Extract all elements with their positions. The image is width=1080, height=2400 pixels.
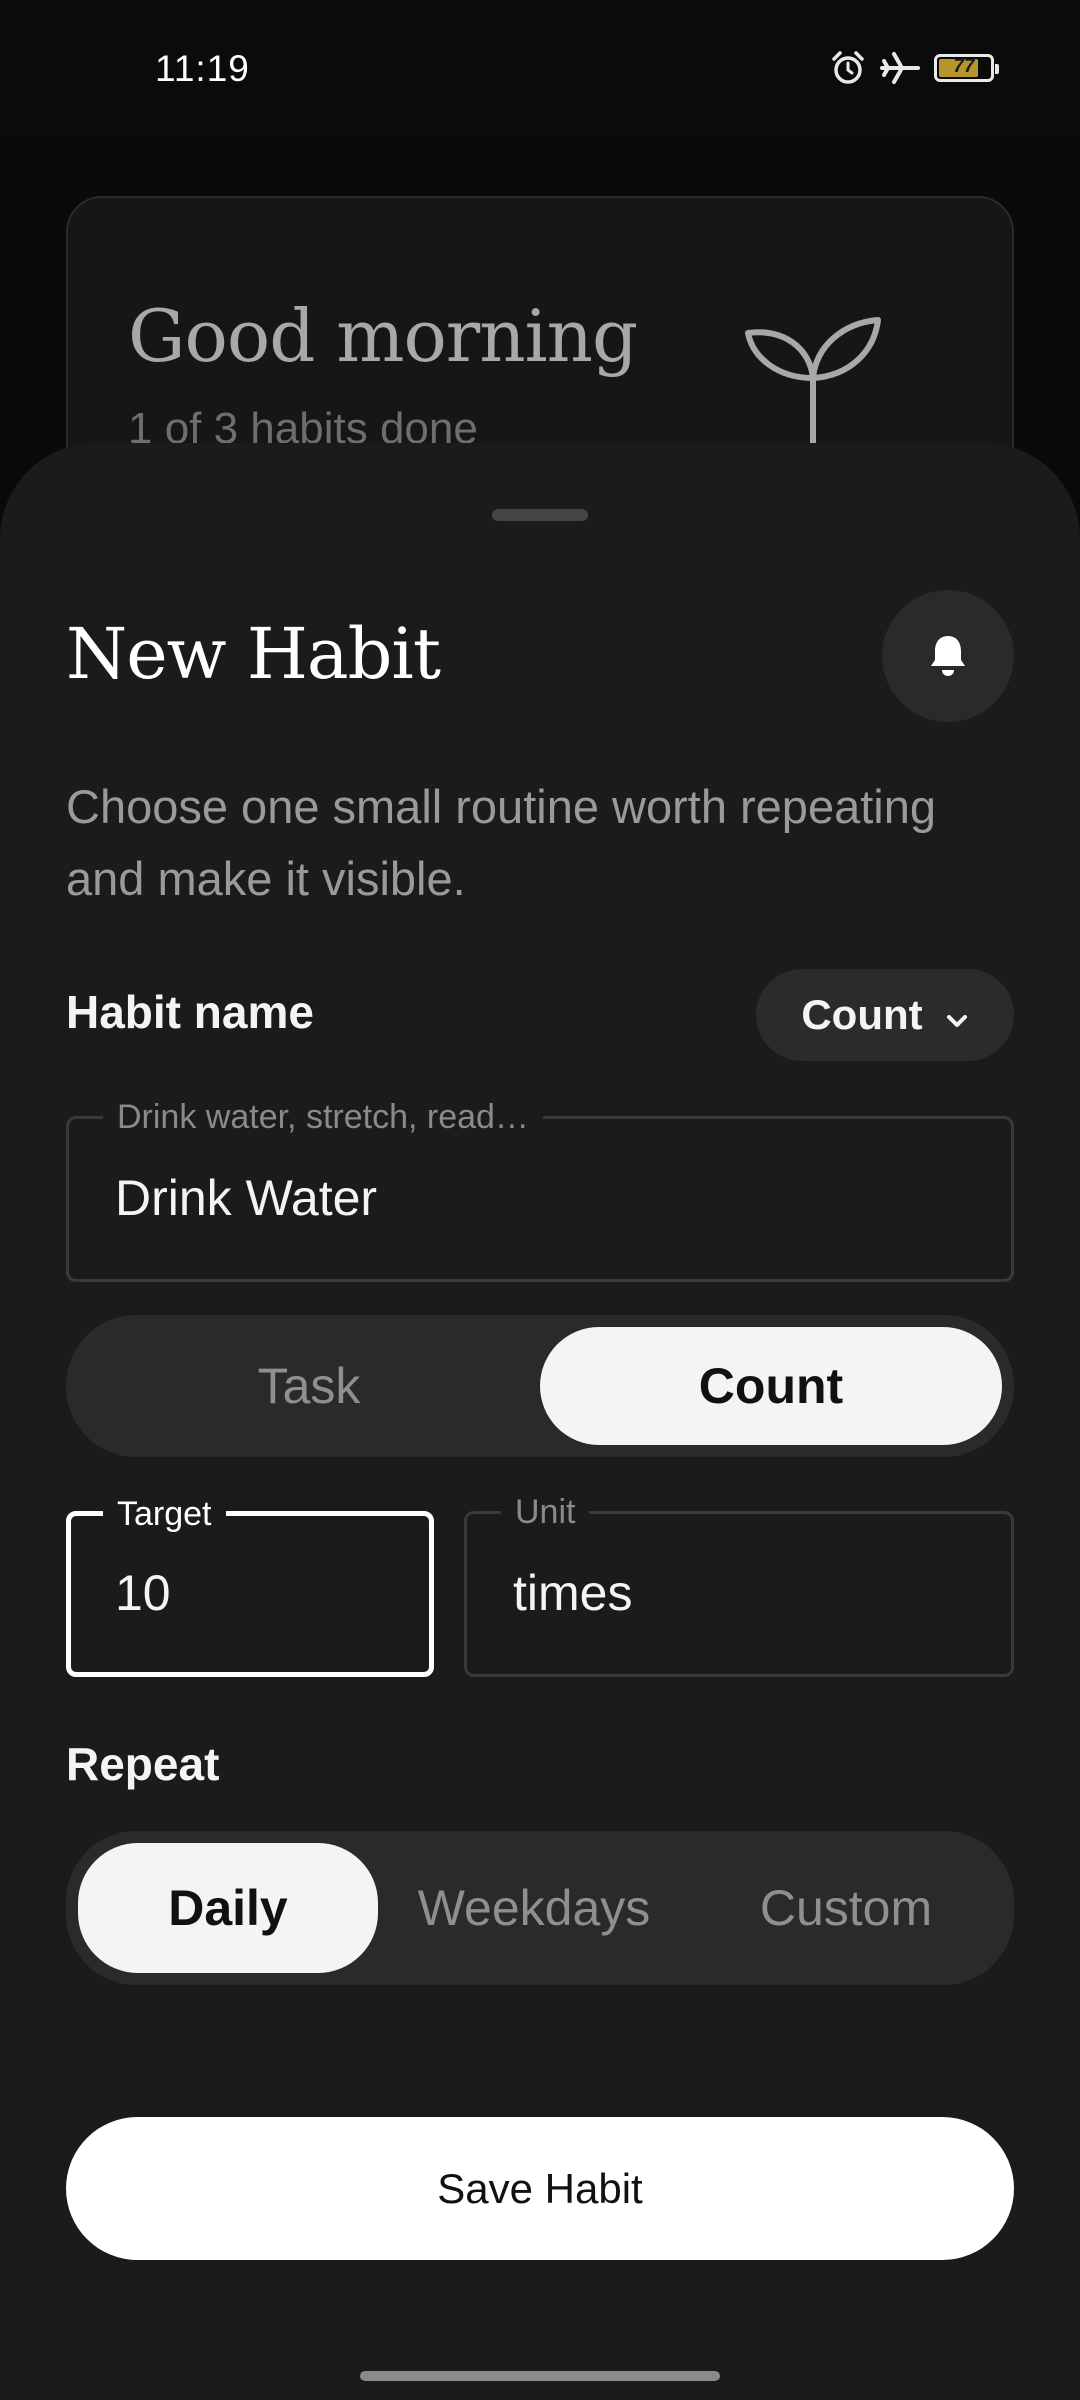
sheet-description: Choose one small routine worth repeating…	[66, 780, 937, 905]
battery-percent: 77	[953, 56, 975, 77]
unit-field[interactable]: Unit times	[464, 1494, 1014, 1677]
status-icons: 77	[830, 50, 999, 86]
save-habit-button[interactable]: Save Habit	[66, 2117, 1014, 2260]
repeat-label: Repeat	[66, 1738, 220, 1790]
toggle-option-count[interactable]: Count	[540, 1327, 1002, 1445]
alarm-icon	[830, 50, 866, 86]
target-field[interactable]: Target 10	[66, 1496, 434, 1677]
habit-name-placeholder: Drink water, stretch, read…	[103, 1099, 543, 1135]
toggle-option-task-label: Task	[257, 1358, 361, 1414]
home-indicator[interactable]	[360, 2371, 720, 2381]
status-time: 11:19	[155, 48, 250, 89]
new-habit-sheet: New Habit Choose one small routine worth…	[0, 443, 1080, 2400]
repeat-toggle: Daily Weekdays Custom	[66, 1831, 1014, 1985]
unit-value: times	[513, 1565, 633, 1621]
reminder-button[interactable]	[882, 590, 1014, 722]
toggle-option-count-label: Count	[698, 1358, 844, 1414]
battery-icon: 77	[934, 54, 999, 82]
repeat-option-custom-label: Custom	[759, 1880, 933, 1936]
repeat-option-daily[interactable]: Daily	[78, 1843, 378, 1973]
bell-icon	[928, 632, 968, 681]
repeat-option-weekdays[interactable]: Weekdays	[378, 1843, 690, 1973]
greeting-text: Good morning	[128, 294, 638, 378]
repeat-option-weekdays-label: Weekdays	[417, 1880, 651, 1936]
repeat-option-custom[interactable]: Custom	[690, 1843, 1002, 1973]
habit-name-value: Drink Water	[115, 1170, 378, 1226]
airplane-mode-icon	[880, 50, 920, 86]
status-bar: 11:19 77	[0, 0, 1080, 140]
toggle-option-task[interactable]: Task	[78, 1327, 540, 1445]
habit-type-selected: Count	[801, 991, 923, 1038]
habit-name-field[interactable]: Drink water, stretch, read… Drink Water	[66, 1099, 1014, 1282]
chevron-down-icon	[945, 991, 969, 1039]
sheet-title: New Habit	[66, 613, 441, 695]
sheet-drag-handle[interactable]	[492, 509, 588, 521]
habit-type-dropdown[interactable]: Count	[756, 969, 1014, 1061]
target-label: Target	[103, 1496, 226, 1532]
repeat-option-daily-label: Daily	[168, 1880, 288, 1936]
habit-name-label: Habit name	[66, 986, 314, 1038]
target-value: 10	[115, 1565, 171, 1621]
unit-label: Unit	[501, 1494, 590, 1530]
habit-type-toggle: Task Count	[66, 1315, 1014, 1457]
